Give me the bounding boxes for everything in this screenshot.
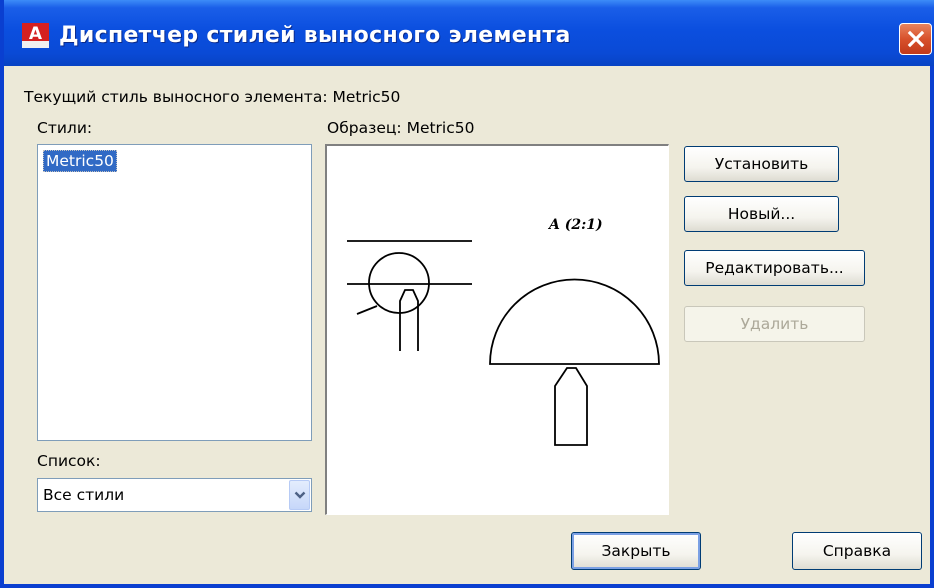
help-button[interactable]: Справка (792, 532, 922, 570)
dialog-window: A Диспетчер стилей выносного элемента Те… (0, 0, 934, 588)
app-icon-letter: A (29, 24, 43, 44)
styles-label: Стили: (37, 119, 93, 137)
chevron-down-icon (294, 491, 306, 499)
preview-panel: A (2:1) (325, 144, 669, 515)
styles-listbox[interactable]: Metric50 (37, 144, 312, 441)
preview-drawing: A (2:1) (347, 217, 660, 446)
window-title: Диспетчер стилей выносного элемента (59, 23, 571, 48)
title-bar[interactable]: A Диспетчер стилей выносного элемента (4, 0, 934, 66)
list-filter-value: Все стили (43, 486, 125, 504)
autocad-app-icon: A (22, 23, 49, 48)
close-window-button[interactable] (899, 23, 932, 55)
list-filter-select[interactable]: Все стили (37, 478, 312, 512)
modify-style-button[interactable]: Редактировать... (684, 250, 865, 286)
delete-style-button[interactable]: Удалить (684, 306, 865, 342)
close-icon (907, 30, 925, 48)
close-button[interactable]: Закрыть (571, 532, 701, 570)
current-style-label: Текущий стиль выносного элемента: Metric… (24, 88, 401, 106)
list-filter-label: Список: (37, 452, 101, 470)
preview-sample-text: A (2:1) (547, 217, 603, 233)
set-current-button[interactable]: Установить (684, 146, 839, 182)
new-style-button[interactable]: Новый... (684, 196, 839, 232)
list-item[interactable]: Metric50 (43, 150, 117, 172)
dropdown-arrow-button[interactable] (289, 480, 310, 510)
preview-label: Образец: Metric50 (327, 119, 475, 137)
